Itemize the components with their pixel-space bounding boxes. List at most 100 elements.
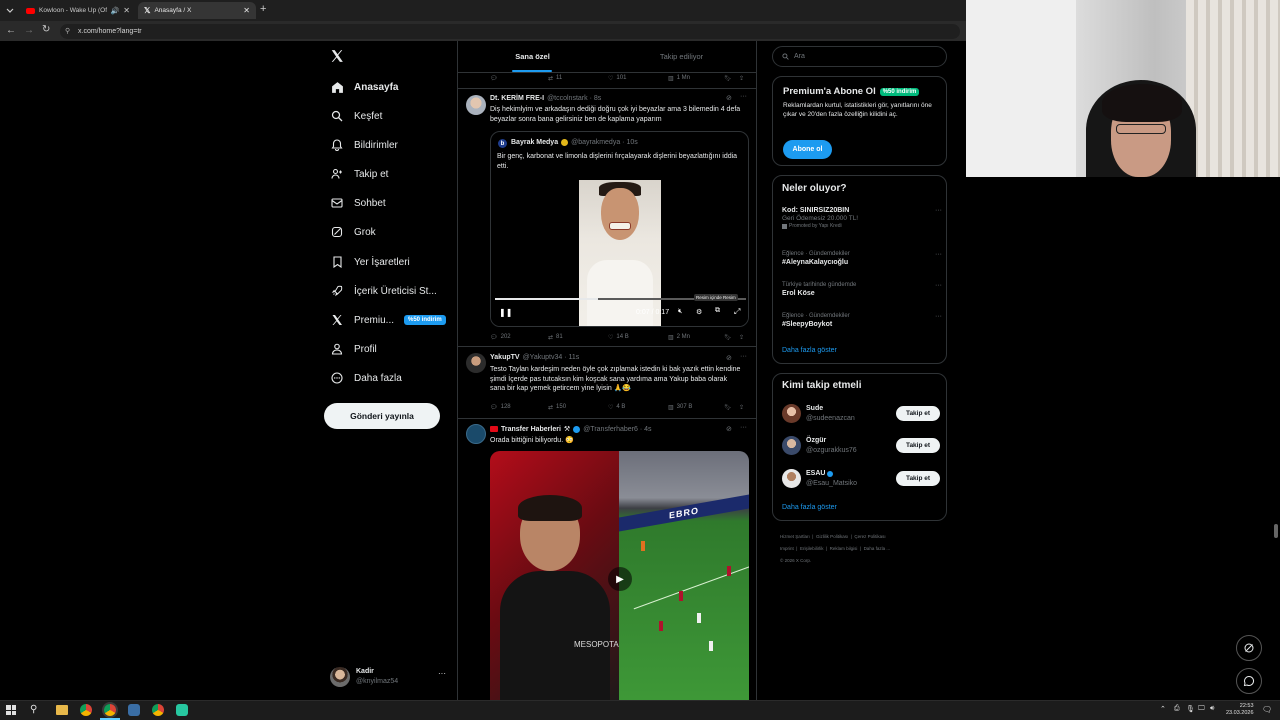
show-more-link[interactable]: Daha fazla göster [782,347,837,354]
share-icon[interactable]: ⇪ [739,75,744,82]
footer-link[interactable]: Çerez Politikası [854,534,885,539]
picture-in-picture-icon[interactable]: ⧉ [715,307,720,315]
avatar[interactable] [466,95,486,115]
nav-item-grok[interactable]: Grok [330,225,376,239]
footer-link[interactable]: Imprint [780,546,794,551]
notification-icon[interactable]: 🗨︎ [1262,705,1272,714]
like-button[interactable]: ♡ 101 [608,75,626,82]
nav-item-bookmarks[interactable]: Yer İşaretleri [330,255,410,269]
more-dots-icon[interactable]: ··· [740,424,747,431]
avatar[interactable] [466,353,486,373]
like-button[interactable]: ♡ 14 B [608,334,629,341]
trend-item[interactable]: Eğlence · Gündemdekiler #AleynaKalaycıoğ… [782,251,942,273]
pause-icon[interactable]: ❚❚ [499,308,512,317]
nav-item-chat[interactable]: Sohbet [330,196,386,210]
tweet-author-handle[interactable]: @Yakuptv34 · 11s [523,354,580,361]
show-more-link[interactable]: Daha fazla göster [782,504,837,511]
grok-icon[interactable]: ⊘ [726,354,732,362]
footer-link[interactable]: Reklam bilgisi [830,546,858,551]
nav-item-follow[interactable]: Takip et [330,167,388,181]
follow-button[interactable]: Takip et [896,438,940,453]
tweet[interactable]: YakupTV @Yakuptv34 · 11s ⊘ ··· Testo Tay… [458,347,756,417]
more-dots-icon[interactable]: ··· [740,93,747,100]
chrome-icon[interactable] [80,704,92,716]
grok-float-button[interactable] [1236,635,1262,661]
more-dots-icon[interactable]: ··· [935,313,942,320]
windows-start-icon[interactable] [6,705,16,715]
retweet-button[interactable]: ⇄ 11 [548,75,562,82]
more-dots-icon[interactable]: ··· [740,353,747,360]
follow-button[interactable]: Takip et [896,406,940,421]
more-dots-icon[interactable]: ··· [438,669,446,678]
grok-icon[interactable]: ⊘ [726,94,732,102]
follow-suggestion[interactable]: ESAU @Esau_Matsiko Takip et [782,468,942,490]
fullscreen-icon[interactable]: ⤢ [734,307,740,317]
nav-item-more[interactable]: Daha fazla [330,371,402,385]
back-arrow-icon[interactable]: ← [6,25,16,36]
avatar[interactable] [466,424,486,444]
chrome-icon[interactable] [104,704,116,716]
nav-item-home[interactable]: Anasayfa [330,80,398,94]
tweet[interactable]: Transfer Haberleri ⚒ @Transferhaber6 · 4… [458,419,756,700]
account-switcher[interactable]: Kadir @knyilmaz54 ··· [330,666,450,688]
tweet-author-name[interactable]: YakupTV [490,354,520,361]
tweet-author-handle[interactable]: @Transferhaber6 · 4s [583,426,651,433]
clock[interactable]: 22:53 23.03.2026 [1226,703,1254,717]
site-info-icon[interactable]: ⚲ [65,27,70,35]
search-input[interactable]: Ara [772,46,947,67]
tweet[interactable]: Dt. KERİM FRE-I @tccolnstark · 8s ⊘ ··· … [458,89,756,345]
retweet-button[interactable]: ⇄ 81 [548,334,563,341]
footer-link[interactable]: Hizmet Şartları [780,534,810,539]
avatar[interactable] [782,436,801,455]
settings-gear-icon[interactable]: ⚙ [696,308,702,316]
microphone-icon[interactable]: 🎙︎ [1186,705,1195,713]
footer-link[interactable]: Gizlilik Politikası [816,534,848,539]
reply-button[interactable]: 💬︎ 202 [490,334,511,341]
file-explorer-icon[interactable] [56,705,68,715]
trend-item[interactable]: Türkiye tarihinde gündemde Erol Köse ··· [782,282,942,304]
views-button[interactable]: ▥ 307 B [668,404,692,411]
reply-icon[interactable]: 💬︎ [490,75,498,82]
like-button[interactable]: ♡ 4 B [608,404,625,411]
more-dots-icon[interactable]: ··· [935,282,942,289]
share-icon[interactable]: ⇪ [739,404,744,411]
tab-following[interactable]: Takip ediliyor [607,41,756,72]
footer-link[interactable]: Erişilebilirlik [800,546,824,551]
tweet-author-handle[interactable]: @tccolnstark · 8s [547,95,601,102]
views-button[interactable]: ▥ 1 Mn [668,75,690,82]
messages-float-button[interactable] [1236,668,1262,694]
tweet-author-name[interactable]: Transfer Haberleri [501,426,561,433]
avatar[interactable] [782,404,801,423]
trend-item[interactable]: Eğlence · Gündemdekiler #SleepyBoykot ··… [782,313,942,335]
app-icon[interactable] [128,704,140,716]
tab-for-you[interactable]: Sana özel [458,41,607,72]
nav-item-profile[interactable]: Profil [330,342,377,356]
more-dots-icon[interactable]: ··· [935,251,942,258]
play-icon[interactable]: ▶ [608,567,632,591]
close-tab-icon[interactable]: ✕ [123,6,130,15]
video-player[interactable]: Resim içinde Resim ❚❚ 0:07 / 0:17 🔇︎ ⚙ ⧉… [491,180,748,326]
search-icon[interactable]: ⚲ [30,704,37,715]
avatar[interactable] [782,469,801,488]
close-tab-icon[interactable]: ✕ [243,6,250,15]
retweet-button[interactable]: ⇄ 150 [548,404,566,411]
volume-icon[interactable]: 🔊︎ [1210,705,1214,713]
follow-button[interactable]: Takip et [896,471,940,486]
browser-tab-youtube[interactable]: Kowloon - Wake Up (Offici 🔊 ✕ [20,2,136,19]
bookmark-icon[interactable]: 🔖︎ [724,334,732,341]
reload-icon[interactable]: ↻ [42,24,50,35]
share-icon[interactable]: ⇪ [739,334,744,341]
nav-item-explore[interactable]: Keşfet [330,109,382,123]
address-bar[interactable]: ⚲ x.com/home?lang=tr [60,24,960,39]
footer-link[interactable]: Daha fazla ... [864,546,891,551]
browser-tab-x[interactable]: 𝕏 Anasayfa / X ✕ [138,2,256,19]
views-button[interactable]: ▥ 2 Mn [668,334,690,341]
post-button[interactable]: Gönderi yayınla [324,403,440,429]
trend-item[interactable]: Kod: SINIRSIZ20BIN Geri Ödemesiz 20.000 … [782,207,942,239]
x-logo-icon[interactable] [330,49,344,63]
quoted-tweet[interactable]: b Bayrak Medya @bayrakmedya · 10s Bir ge… [490,131,749,327]
nav-item-creator-studio[interactable]: İçerik Üreticisi St... [330,284,437,298]
tab-list-button[interactable] [4,4,16,16]
nav-item-premium[interactable]: Premiu... %50 indirim [330,313,446,327]
tweet-video[interactable]: MESOPOTA EBRO ▶ [490,451,749,700]
